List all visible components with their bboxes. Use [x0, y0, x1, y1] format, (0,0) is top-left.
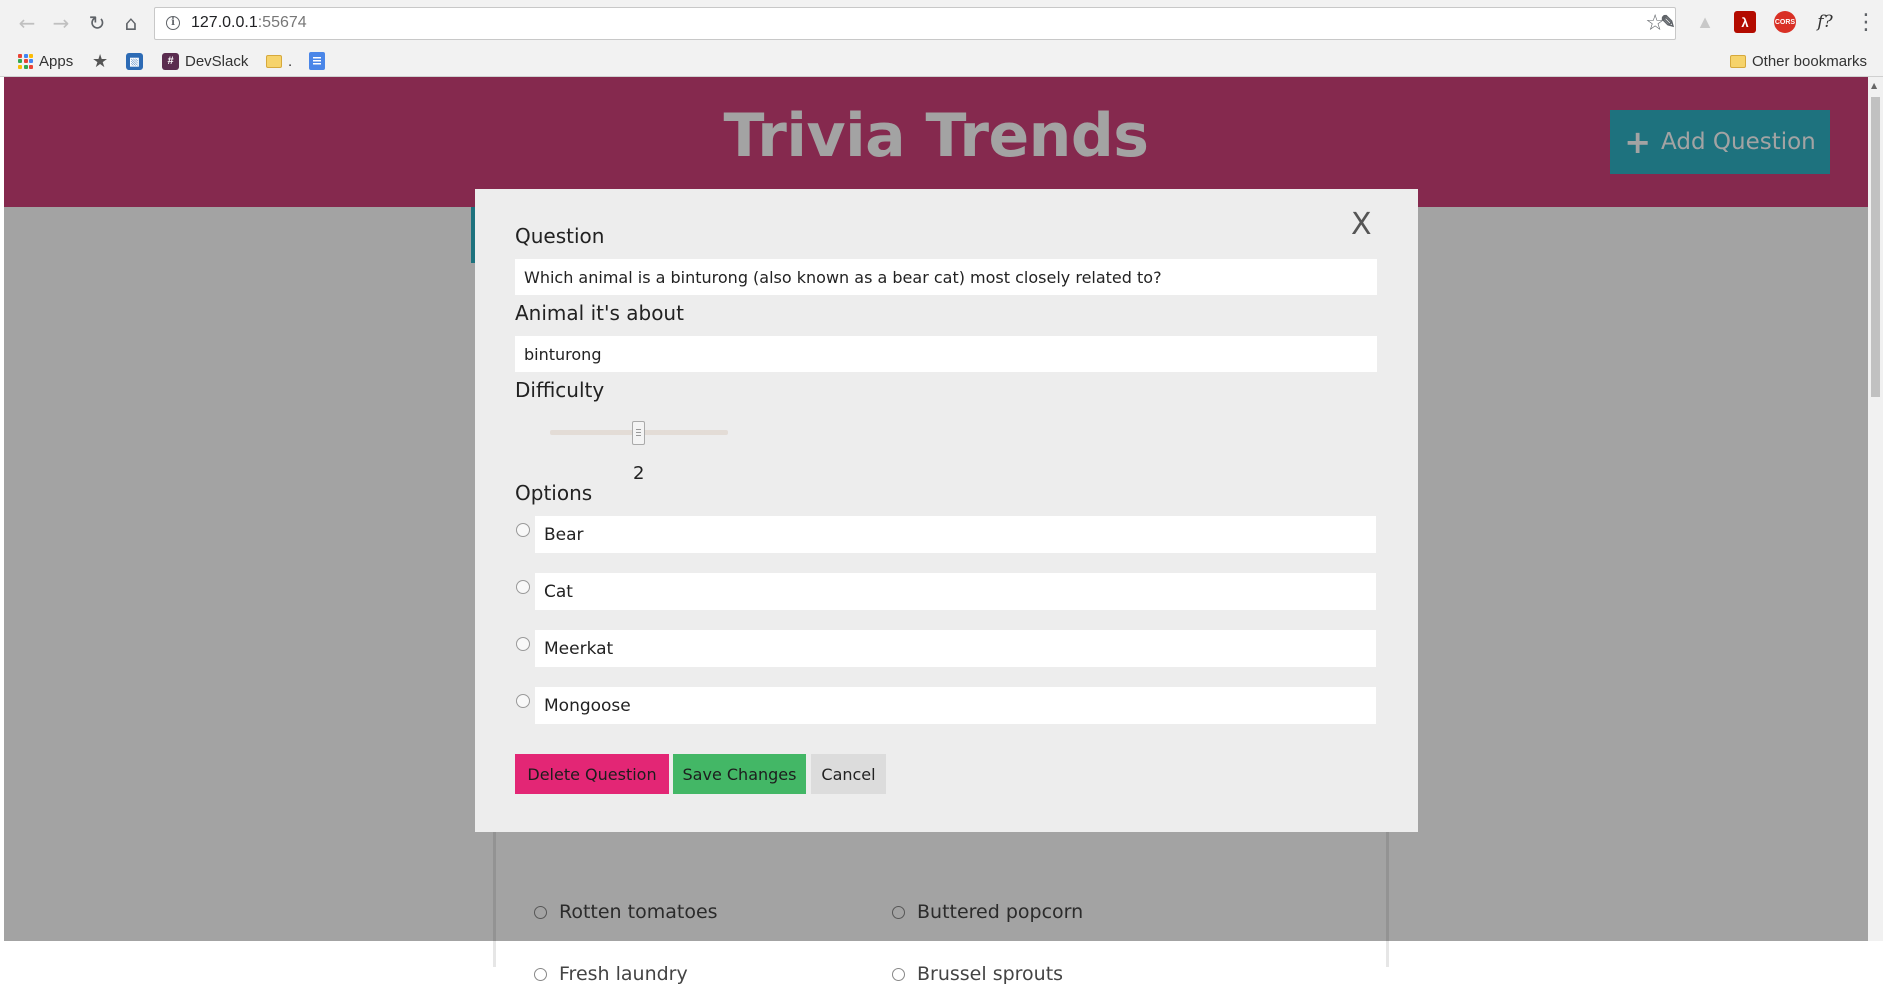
url-port: :55674 — [257, 14, 307, 31]
bookmark-other-label: Other bookmarks — [1752, 52, 1868, 70]
page-scrollbar[interactable]: ▲ — [1868, 77, 1883, 941]
url-host: 127.0.0.1 — [191, 14, 258, 31]
option-radio[interactable] — [892, 967, 905, 981]
animal-input[interactable] — [515, 336, 1377, 372]
difficulty-label: Difficulty — [515, 378, 605, 402]
bookmarks-bar: Apps ★ ▧ # DevSlack . Other bookmarks — [0, 46, 1883, 77]
difficulty-value: 2 — [633, 463, 645, 484]
bookmark-devslack[interactable]: # DevSlack — [162, 50, 248, 72]
delete-question-button[interactable]: Delete Question — [515, 754, 669, 794]
option-input-2[interactable] — [535, 573, 1376, 610]
bookmark-dot-folder[interactable]: . — [266, 50, 292, 72]
slack-icon: # — [162, 52, 179, 70]
scrollbar-thumb[interactable] — [1871, 97, 1880, 397]
close-icon[interactable]: X — [1351, 207, 1372, 242]
drive-icon[interactable]: ▲ — [1694, 11, 1716, 33]
back-arrow-icon[interactable]: ← — [14, 10, 40, 36]
trello-icon: ▧ — [126, 52, 143, 70]
option-radio[interactable] — [516, 694, 530, 708]
bookmark-trello[interactable]: ▧ — [126, 50, 143, 72]
option-radio[interactable] — [516, 523, 530, 537]
card-option[interactable]: Fresh laundry — [534, 963, 688, 985]
bookmark-doc[interactable] — [309, 50, 325, 72]
browser-toolbar: ← → ↻ ⌂ i 127.0.0.1:55674 ☆ ✎ ▲ λ CORS f… — [0, 0, 1883, 47]
question-label: Question — [515, 224, 605, 248]
bookmark-apps-label: Apps — [39, 52, 74, 70]
docs-icon — [309, 52, 325, 70]
folder-icon — [1730, 54, 1746, 68]
star-bookmark-icon[interactable]: ★ — [92, 50, 108, 72]
option-radio[interactable] — [516, 637, 530, 651]
edit-question-modal: X Question Animal it's about Difficulty … — [475, 189, 1418, 832]
option-radio[interactable] — [516, 580, 530, 594]
card-option-label: Fresh laundry — [559, 963, 688, 985]
option-radio[interactable] — [534, 967, 547, 981]
address-bar[interactable]: i 127.0.0.1:55674 ☆ — [154, 7, 1676, 40]
cors-icon[interactable]: CORS — [1774, 11, 1796, 33]
bookmark-other[interactable]: Other bookmarks — [1730, 50, 1867, 72]
card-option-label: Brussel sprouts — [917, 963, 1064, 985]
bookmark-apps[interactable]: Apps — [18, 50, 73, 72]
card-option[interactable]: Brussel sprouts — [892, 963, 1063, 985]
option-input-3[interactable] — [535, 630, 1376, 667]
bookmark-dot-label: . — [288, 52, 293, 70]
forward-arrow-icon[interactable]: → — [48, 10, 74, 36]
info-icon[interactable]: i — [166, 16, 180, 30]
formula-icon[interactable]: f? — [1814, 11, 1836, 33]
scroll-up-icon[interactable]: ▲ — [1871, 81, 1877, 90]
bookmark-devslack-label: DevSlack — [185, 52, 249, 70]
animal-label: Animal it's about — [515, 301, 684, 325]
apps-grid-icon — [18, 53, 33, 69]
menu-dots-icon[interactable]: ⋮ — [1855, 10, 1877, 35]
question-input[interactable] — [515, 259, 1377, 295]
url-text: 127.0.0.1:55674 — [191, 14, 307, 32]
save-changes-button[interactable]: Save Changes — [673, 754, 806, 794]
option-input-4[interactable] — [535, 687, 1376, 724]
folder-icon — [266, 54, 282, 68]
pdf-icon[interactable]: λ — [1734, 11, 1756, 33]
home-icon[interactable]: ⌂ — [118, 10, 144, 36]
option-input-1[interactable] — [535, 516, 1376, 553]
cancel-button[interactable]: Cancel — [811, 754, 886, 794]
reload-icon[interactable]: ↻ — [84, 10, 110, 36]
difficulty-slider-handle[interactable] — [632, 421, 645, 445]
eyedropper-icon[interactable]: ✎ — [1657, 11, 1679, 33]
options-label: Options — [515, 481, 593, 505]
